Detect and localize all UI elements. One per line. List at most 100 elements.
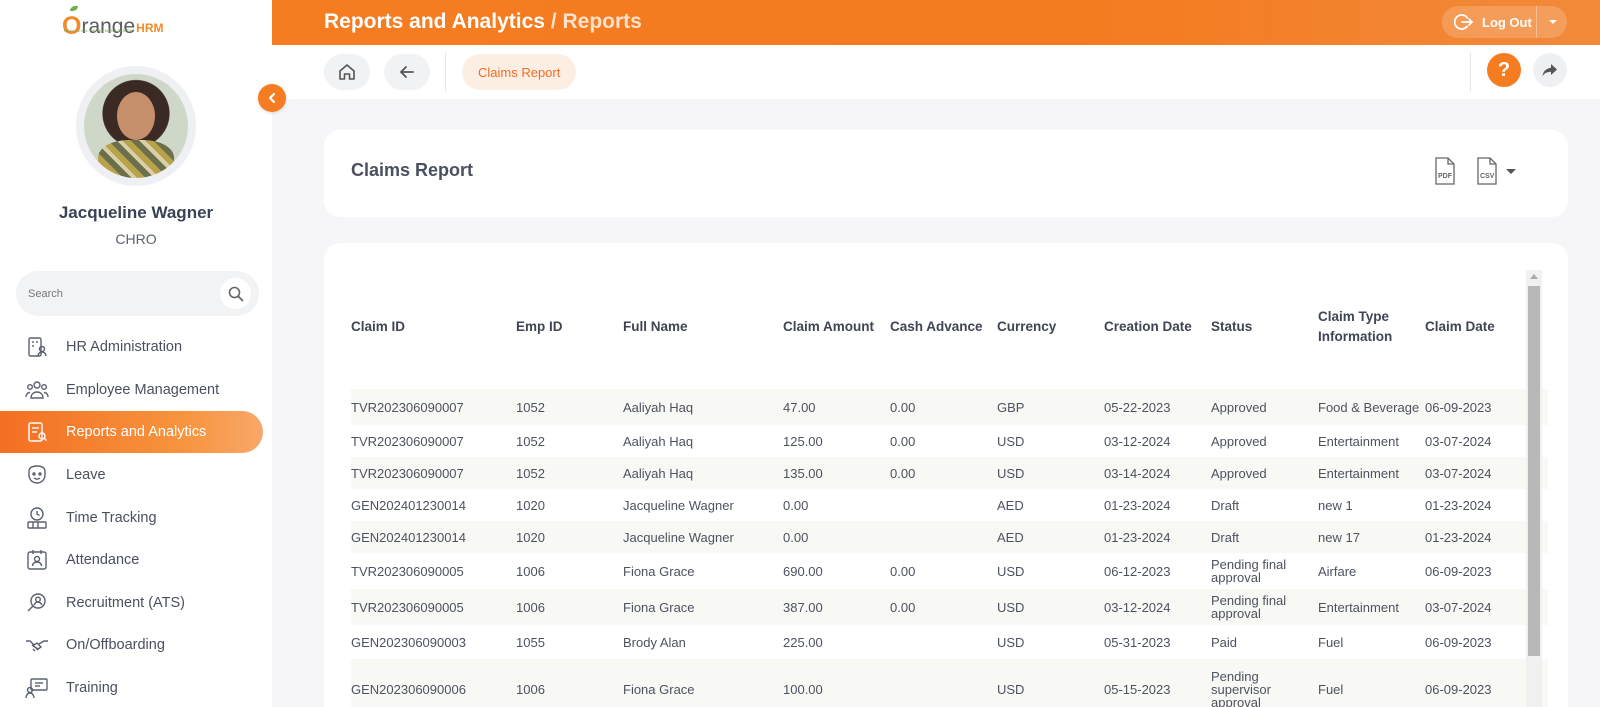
back-button[interactable] — [384, 54, 430, 90]
sidebar-item-reports-and-analytics[interactable]: Reports and Analytics — [0, 411, 272, 454]
sidebar-search — [16, 271, 259, 316]
table-cell: Approved — [1211, 433, 1267, 449]
column-header[interactable]: Emp ID — [516, 267, 616, 387]
sidebar-item-time-tracking[interactable]: Time Tracking — [0, 496, 272, 539]
column-header[interactable]: Currency — [997, 267, 1097, 387]
column-header[interactable]: Claim Type Information — [1318, 267, 1422, 387]
table-cell: Aaliyah Haq — [623, 433, 694, 449]
sidebar-collapse-button[interactable] — [258, 84, 286, 112]
sidebar-item-training[interactable]: Training — [0, 667, 272, 707]
table-cell: Entertainment — [1318, 465, 1399, 481]
table-cell — [890, 489, 990, 521]
table-cell: GEN202306090006 — [351, 681, 466, 697]
breadcrumb[interactable]: Claims Report — [462, 54, 577, 90]
table-cell: Food & Beverage — [1318, 399, 1420, 415]
table-cell: AED — [997, 529, 1024, 545]
sidebar-item-onoffboarding[interactable]: On/Offboarding — [0, 624, 272, 667]
column-header[interactable]: Creation Date — [1104, 267, 1204, 387]
table-cell: Pending supervisor approval — [1211, 668, 1271, 707]
page-title-separator: / — [544, 10, 563, 33]
table-cell: 01-23-2024 — [1104, 529, 1171, 545]
table-cell: 05-22-2023 — [1104, 399, 1171, 415]
table-row[interactable]: GEN202401230014 1020 Jacqueline Wagner 0.00… — [351, 489, 1548, 521]
table-cell: USD — [997, 634, 1025, 650]
table-cell: TVR202306090005 — [351, 599, 464, 615]
sidebar-item-hr-administration[interactable]: HR Administration — [0, 326, 272, 369]
table-cell: 387.00 — [783, 599, 823, 615]
report-options-dropdown[interactable] — [1504, 165, 1518, 184]
home-button[interactable] — [324, 54, 370, 90]
table-cell: 0.00 — [783, 497, 809, 513]
sidebar-item-leave[interactable]: Leave — [0, 454, 272, 497]
leave-icon — [25, 463, 49, 487]
sidebar-nav: HR Administration Employee Management Re… — [0, 326, 272, 707]
orangehrm-logo[interactable]: O range HRM — [62, 6, 164, 39]
caret-down-icon — [1506, 169, 1516, 174]
logout-divider — [1536, 6, 1537, 38]
table-cell: USD — [997, 599, 1025, 615]
sidebar-item-recruitment[interactable]: Recruitment (ATS) — [0, 582, 272, 625]
logout-button[interactable]: Log Out — [1442, 6, 1567, 38]
column-header[interactable]: Claim Amount — [783, 267, 883, 387]
table-row[interactable]: TVR202306090007 1052 Aaliyah Haq 135.00 0.00… — [351, 457, 1548, 489]
training-icon — [25, 676, 49, 700]
search-button[interactable] — [220, 278, 251, 309]
table-row[interactable]: TVR202306090005 1006 Fiona Grace 387.00 0.00… — [351, 589, 1548, 625]
scroll-up-arrow-icon[interactable] — [1530, 274, 1538, 279]
report-title-card: Claims Report PDF CSV — [324, 130, 1568, 217]
reports-icon — [25, 420, 49, 444]
top-header: Reports and Analytics / Reports Log Out — [272, 0, 1600, 45]
table-scrollbar[interactable] — [1526, 270, 1542, 707]
table-cell: 1020 — [516, 529, 545, 545]
search-icon — [228, 286, 243, 301]
scroll-thumb[interactable] — [1528, 286, 1540, 656]
table-cell: 47.00 — [783, 399, 816, 415]
page-toolbar: Claims Report ? — [272, 45, 1600, 99]
share-button[interactable] — [1533, 53, 1567, 87]
table-cell: Approved — [1211, 465, 1267, 481]
table-cell: Aaliyah Haq — [623, 465, 694, 481]
export-pdf-button[interactable]: PDF — [1432, 156, 1458, 186]
avatar[interactable] — [76, 66, 196, 186]
table-row[interactable]: TVR202306090007 1052 Aaliyah Haq 125.00 0.00… — [351, 425, 1548, 457]
column-header[interactable]: Claim ID — [351, 267, 511, 387]
sidebar-item-label: Employee Management — [66, 381, 220, 398]
user-role: CHRO — [115, 231, 157, 247]
table-row[interactable]: GEN202306090006 1006 Fiona Grace 100.00 USD 0… — [351, 659, 1548, 707]
table-cell: 03-14-2024 — [1104, 465, 1171, 481]
table-cell: 06-12-2023 — [1104, 563, 1171, 579]
table-cell: 0.00 — [783, 529, 809, 545]
table-cell: Airfare — [1318, 563, 1357, 579]
table-cell: TVR202306090005 — [351, 563, 464, 579]
sidebar-item-employee-management[interactable]: Employee Management — [0, 369, 272, 412]
help-button[interactable]: ? — [1487, 53, 1521, 87]
table-cell: 1055 — [516, 634, 545, 650]
recruitment-icon — [25, 591, 49, 615]
table-cell: Pending final approval — [1211, 557, 1287, 585]
table-cell: TVR202306090007 — [351, 399, 464, 415]
table-cell: Jacqueline Wagner — [623, 497, 734, 513]
table-row[interactable]: GEN202306090003 1055 Brody Alan 225.00 USD 05… — [351, 625, 1548, 659]
chevron-down-icon[interactable] — [1547, 15, 1559, 33]
table-cell: Approved — [1211, 399, 1267, 415]
table-row[interactable]: TVR202306090007 1052 Aaliyah Haq 47.00 0.00 G… — [351, 389, 1548, 425]
column-header[interactable]: Status — [1211, 267, 1315, 387]
table-cell: 0.00 — [890, 399, 916, 415]
page-title-module: Reports and Analytics — [324, 10, 545, 33]
table-cell: 0.00 — [890, 563, 916, 579]
report-table-card: Claim ID Emp ID Full Name Claim Amount Cash … — [324, 243, 1568, 707]
column-header[interactable]: Claim Date — [1425, 267, 1525, 387]
table-row[interactable]: GEN202401230014 1020 Jacqueline Wagner 0.00… — [351, 521, 1548, 553]
sidebar-item-attendance[interactable]: Attendance — [0, 539, 272, 582]
table-cell: TVR202306090007 — [351, 433, 464, 449]
table-cell — [890, 659, 990, 707]
table-row[interactable]: TVR202306090005 1006 Fiona Grace 690.00 0.00… — [351, 553, 1548, 589]
table-cell: 0.00 — [890, 599, 916, 615]
time-icon — [25, 506, 49, 530]
column-header[interactable]: Cash Advance — [890, 267, 990, 387]
export-csv-button[interactable]: CSV — [1474, 156, 1500, 186]
column-header[interactable]: Full Name — [623, 267, 778, 387]
table-cell: TVR202306090007 — [351, 465, 464, 481]
search-input[interactable] — [28, 287, 208, 300]
table-cell: new 17 — [1318, 529, 1360, 545]
